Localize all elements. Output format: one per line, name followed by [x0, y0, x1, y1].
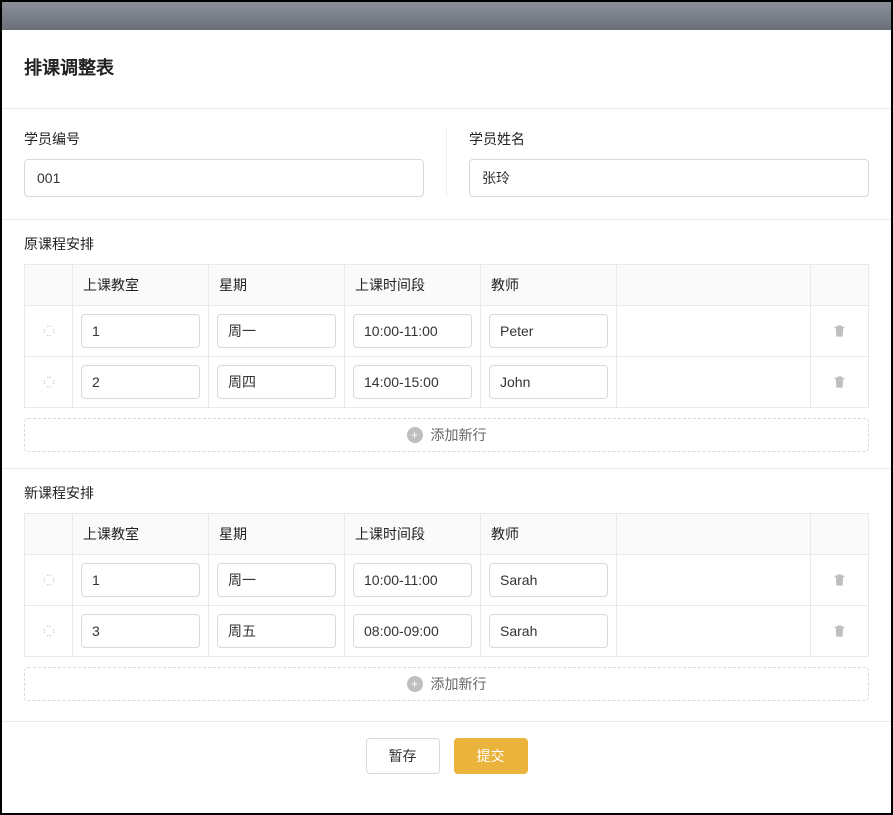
table-row: [25, 606, 869, 657]
room-input[interactable]: [81, 563, 200, 597]
save-draft-button[interactable]: 暂存: [366, 738, 440, 774]
trash-icon[interactable]: [819, 323, 860, 339]
drag-handle-icon[interactable]: [33, 573, 64, 587]
table-row: [25, 357, 869, 408]
col-time: 上课时间段: [345, 514, 481, 555]
add-row-button[interactable]: + 添加新行: [24, 418, 869, 452]
time-input[interactable]: [353, 614, 472, 648]
col-teacher: 教师: [481, 514, 617, 555]
col-day: 星期: [209, 265, 345, 306]
drag-handle-icon[interactable]: [33, 324, 64, 338]
student-name-input[interactable]: [469, 159, 869, 197]
trash-icon[interactable]: [819, 374, 860, 390]
teacher-input[interactable]: [489, 314, 608, 348]
table-row: [25, 306, 869, 357]
time-input[interactable]: [353, 365, 472, 399]
table-header-row: 上课教室 星期 上课时间段 教师: [25, 265, 869, 306]
new-schedule-table: 上课教室 星期 上课时间段 教师: [24, 513, 869, 657]
day-input[interactable]: [217, 365, 336, 399]
add-row-label: 添加新行: [431, 674, 487, 694]
plus-circle-icon: +: [407, 676, 423, 692]
original-schedule-table: 上课教室 星期 上课时间段 教师: [24, 264, 869, 408]
page-title: 排课调整表: [24, 54, 869, 80]
trash-icon[interactable]: [819, 572, 860, 588]
day-input[interactable]: [217, 314, 336, 348]
window-topbar: [2, 2, 891, 30]
col-room: 上课教室: [73, 514, 209, 555]
day-input[interactable]: [217, 563, 336, 597]
room-input[interactable]: [81, 365, 200, 399]
col-room: 上课教室: [73, 265, 209, 306]
student-id-label: 学员编号: [24, 129, 424, 149]
col-teacher: 教师: [481, 265, 617, 306]
teacher-input[interactable]: [489, 563, 608, 597]
room-input[interactable]: [81, 314, 200, 348]
drag-handle-icon[interactable]: [33, 375, 64, 389]
submit-button[interactable]: 提交: [454, 738, 528, 774]
trash-icon[interactable]: [819, 623, 860, 639]
table-row: [25, 555, 869, 606]
table-header-row: 上课教室 星期 上课时间段 教师: [25, 514, 869, 555]
plus-circle-icon: +: [407, 427, 423, 443]
student-name-label: 学员姓名: [469, 129, 869, 149]
teacher-input[interactable]: [489, 614, 608, 648]
col-time: 上课时间段: [345, 265, 481, 306]
drag-handle-icon[interactable]: [33, 624, 64, 638]
add-row-button[interactable]: + 添加新行: [24, 667, 869, 701]
room-input[interactable]: [81, 614, 200, 648]
col-day: 星期: [209, 514, 345, 555]
add-row-label: 添加新行: [431, 425, 487, 445]
teacher-input[interactable]: [489, 365, 608, 399]
day-input[interactable]: [217, 614, 336, 648]
student-id-input[interactable]: [24, 159, 424, 197]
original-schedule-title: 原课程安排: [24, 234, 869, 254]
time-input[interactable]: [353, 314, 472, 348]
new-schedule-title: 新课程安排: [24, 483, 869, 503]
time-input[interactable]: [353, 563, 472, 597]
